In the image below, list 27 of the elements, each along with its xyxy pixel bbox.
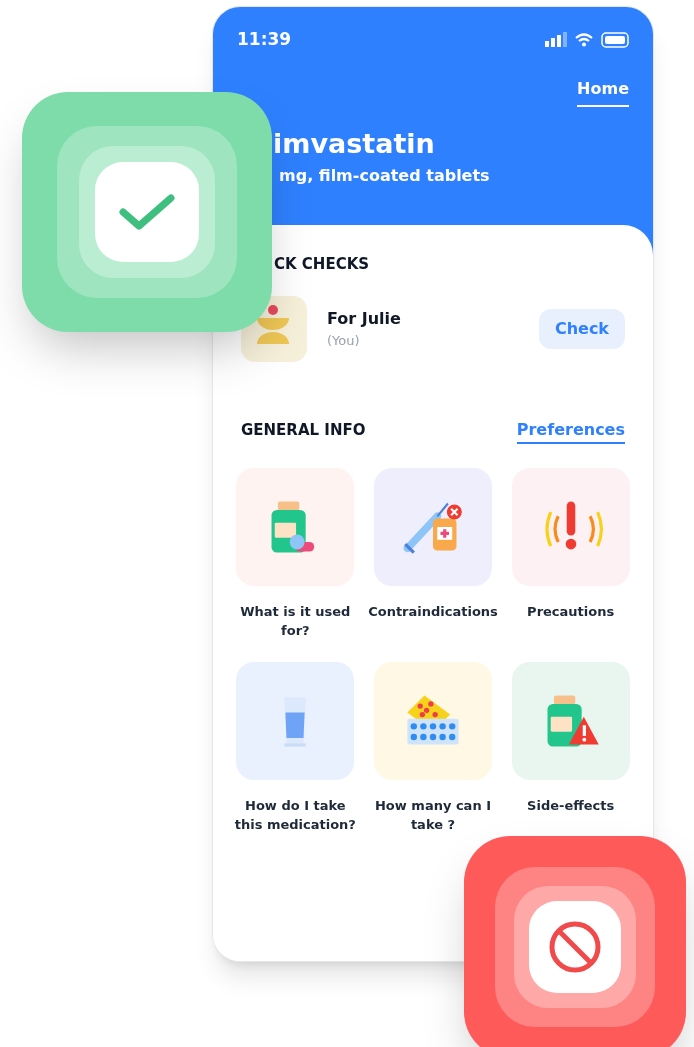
drug-name: imvastatin [273,126,436,161]
section-heading: GENERAL INFO [241,420,366,442]
wifi-icon [575,32,593,47]
person-note: (You) [327,331,361,350]
section-heading: CK CHECKS [273,254,371,275]
info-tile[interactable] [236,661,355,780]
tile-label: Side-effects [526,796,616,815]
drug-description: mg, film-coated tablets [278,165,491,188]
tile-label: Contraindications [368,602,498,621]
tile-label: Precautions [526,602,616,621]
home-tab[interactable]: Home [577,76,629,107]
info-tile[interactable] [511,467,630,586]
check-button[interactable]: Check [538,308,625,349]
tile-label: How many can I take ? [374,796,492,834]
tile-label: How do I take this medication? [233,796,357,834]
info-tile[interactable] [511,661,630,780]
tile-label: What is it used for? [239,602,352,640]
info-tile[interactable] [236,467,355,586]
check-mark-icon [117,191,177,232]
status-time: 11:39 [237,28,292,51]
info-tile[interactable] [374,661,492,780]
person-name: For Julie [327,307,402,330]
battery-icon [601,31,629,48]
info-tile[interactable] [374,467,492,586]
prohibited-icon [547,919,603,975]
preferences-link[interactable]: Preferences [516,417,625,444]
signal-icon [545,32,567,48]
